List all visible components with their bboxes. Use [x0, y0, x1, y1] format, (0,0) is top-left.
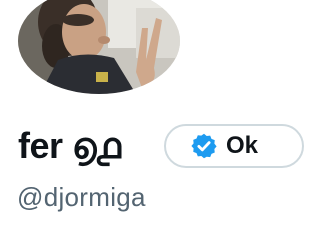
verified-badge-icon — [191, 133, 217, 159]
avatar-photo — [18, 0, 180, 94]
verified-pill-label: Ok — [226, 132, 259, 159]
profile-display-name: fer ൭൧ — [18, 124, 121, 166]
verified-badge-button[interactable]: Ok — [164, 124, 304, 168]
profile-avatar[interactable] — [18, 0, 180, 94]
profile-handle: @djormiga — [17, 182, 146, 212]
